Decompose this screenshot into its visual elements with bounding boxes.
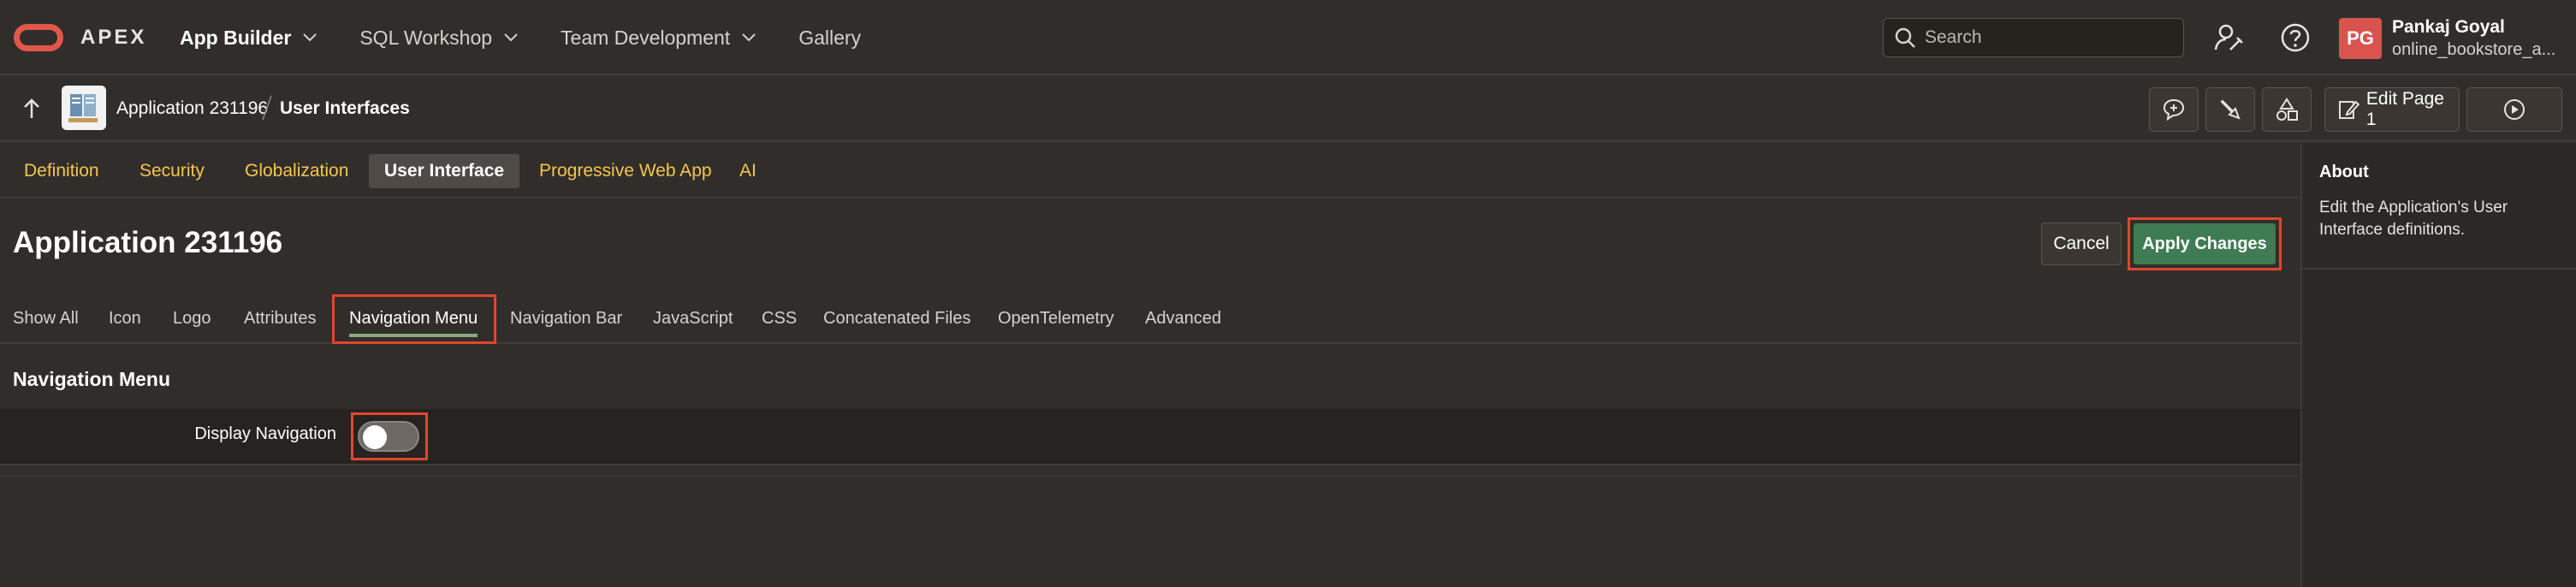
play-icon <box>2504 99 2525 120</box>
brand-name[interactable]: APEX <box>80 26 146 50</box>
main-content: Definition Security Globalization User I… <box>0 144 2300 587</box>
subtab-show-all[interactable]: Show All <box>13 294 79 342</box>
top-nav: App Builder SQL Workshop Team Developmen… <box>180 0 904 75</box>
nav-gallery[interactable]: Gallery <box>798 27 861 50</box>
nav-team-development-label: Team Development <box>561 26 731 49</box>
subtab-advanced[interactable]: Advanced <box>1145 294 1221 342</box>
region-divider <box>0 476 2300 477</box>
chevron-down-icon <box>303 33 318 42</box>
about-divider <box>2302 268 2576 270</box>
chevron-down-icon <box>742 33 756 42</box>
application-icon[interactable] <box>62 86 106 130</box>
subtab-attributes[interactable]: Attributes <box>244 294 316 342</box>
nav-app-builder[interactable]: App Builder <box>180 26 318 50</box>
help-icon[interactable] <box>2278 21 2312 55</box>
tab-user-interface[interactable]: User Interface <box>369 154 520 188</box>
toggle-knob <box>363 425 387 449</box>
utilities-button[interactable] <box>2205 87 2255 132</box>
subtab-logo[interactable]: Logo <box>173 294 211 342</box>
feedback-button[interactable] <box>2149 87 2199 132</box>
subtab-concatenated-files[interactable]: Concatenated Files <box>823 294 970 342</box>
breadcrumb-separator <box>262 95 272 121</box>
nav-gallery-label: Gallery <box>798 26 862 49</box>
nav-team-development[interactable]: Team Development <box>561 27 756 50</box>
subtab-javascript[interactable]: JavaScript <box>653 294 733 342</box>
subtab-navigation-bar[interactable]: Navigation Bar <box>510 294 622 342</box>
help-sidebar: About Edit the Application's User Interf… <box>2300 144 2576 587</box>
breadcrumb: Application 231196 User Interfaces Edit … <box>0 77 2576 142</box>
cancel-button[interactable]: Cancel <box>2041 222 2122 265</box>
search-icon <box>1895 27 1915 48</box>
nav-app-builder-label: App Builder <box>180 26 292 49</box>
tab-security[interactable]: Security <box>124 154 220 188</box>
display-navigation-toggle[interactable] <box>358 421 419 452</box>
subtab-icon[interactable]: Icon <box>109 294 141 342</box>
display-navigation-row <box>0 409 2300 465</box>
edit-page-button[interactable]: Edit Page 1 <box>2324 87 2460 132</box>
edit-icon <box>2338 100 2359 119</box>
nav-sql-workshop[interactable]: SQL Workshop <box>359 27 518 50</box>
wrench-icon <box>2220 99 2241 120</box>
page-title: Application 231196 <box>13 226 283 259</box>
about-text: Edit the Application's User Interface de… <box>2319 199 2508 239</box>
subtab-css[interactable]: CSS <box>762 294 797 342</box>
tab-definition[interactable]: Definition <box>9 154 115 188</box>
tab-progressive-web-app[interactable]: Progressive Web App <box>524 154 727 188</box>
region-title: Navigation Menu <box>13 368 171 390</box>
shapes-icon <box>2276 98 2298 121</box>
tab-ai[interactable]: AI <box>724 154 772 188</box>
tab-globalization[interactable]: Globalization <box>229 154 364 188</box>
breadcrumb-application[interactable]: Application 231196 <box>116 98 268 119</box>
avatar[interactable]: PG <box>2339 18 2382 59</box>
administration-icon[interactable] <box>2211 21 2246 55</box>
apply-changes-button[interactable]: Apply Changes <box>2134 223 2276 264</box>
top-header: APEX App Builder SQL Workshop Team Devel… <box>0 0 2576 75</box>
comment-add-icon <box>2163 98 2185 122</box>
shared-components-button[interactable] <box>2262 87 2312 132</box>
search-field[interactable] <box>1883 18 2184 57</box>
section-tabs: Definition Security Globalization User I… <box>0 144 2300 199</box>
arrow-up-icon[interactable] <box>19 96 45 122</box>
oracle-logo-icon[interactable] <box>14 24 63 51</box>
about-title: About <box>2319 163 2369 181</box>
user-workspace: online_bookstore_a... <box>2392 40 2556 59</box>
subtab-highlight-frame <box>332 294 496 344</box>
chevron-down-icon <box>504 33 518 42</box>
subtab-opentelemetry[interactable]: OpenTelemetry <box>998 294 1114 342</box>
run-application-button[interactable] <box>2466 87 2562 132</box>
nav-sql-workshop-label: SQL Workshop <box>359 26 493 49</box>
breadcrumb-current: User Interfaces <box>280 98 410 118</box>
search-input[interactable] <box>1925 27 2173 48</box>
edit-page-label: Edit Page 1 <box>2365 89 2444 129</box>
user-name[interactable]: Pankaj Goyal <box>2392 17 2505 38</box>
display-navigation-label: Display Navigation <box>194 424 336 443</box>
